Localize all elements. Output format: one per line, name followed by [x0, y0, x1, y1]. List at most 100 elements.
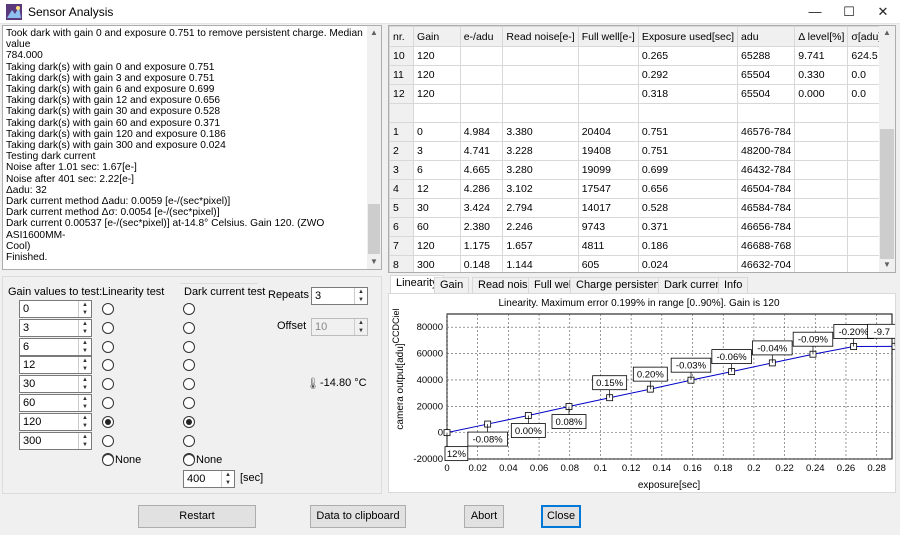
chevron-up-icon[interactable]: ▲ — [79, 301, 91, 309]
linearity-radio[interactable] — [102, 397, 114, 409]
chevron-up-icon[interactable]: ▲ — [79, 395, 91, 403]
chevron-down-icon[interactable]: ▼ — [79, 441, 91, 449]
close-button[interactable]: Close — [541, 505, 581, 528]
table-row[interactable]: 8 300 0.148 1.144 605 0.024 46632-704 — [389, 255, 895, 272]
results-table[interactable]: nr. Gain e-/adu Read noise[e-] Full well[e-]… — [388, 25, 896, 273]
column-header[interactable]: Full well[e-] — [577, 26, 639, 47]
dark-current-radio[interactable] — [183, 340, 195, 353]
column-header[interactable]: Read noise[e-] — [502, 26, 579, 47]
column-header[interactable]: Exposure used[sec] — [637, 26, 739, 47]
chevron-down-icon[interactable]: ▼ — [79, 365, 91, 373]
restart-button[interactable]: Restart — [138, 505, 256, 528]
gain-stepper[interactable]: ▲ ▼ — [78, 376, 91, 393]
column-header[interactable]: Δ level[%] — [794, 26, 849, 47]
linearity-none-radio[interactable] — [102, 454, 114, 466]
offset-input[interactable]: 10 ▲ ▼ — [311, 318, 368, 336]
table-row[interactable] — [389, 103, 895, 123]
gain-input[interactable]: 0 ▲ ▼ — [19, 300, 92, 318]
chevron-up-icon[interactable]: ▲ — [79, 339, 91, 347]
table-cell: 0.186 — [637, 236, 739, 256]
table-row[interactable]: 1 0 4.984 3.380 20404 0.751 46576-784 — [389, 122, 895, 142]
minimize-button[interactable]: — — [798, 0, 832, 24]
scroll-down-icon[interactable]: ▼ — [367, 255, 381, 269]
close-window-button[interactable]: ✕ — [866, 0, 900, 24]
column-header[interactable]: Gain — [413, 26, 461, 47]
gain-stepper[interactable]: ▲ ▼ — [78, 301, 91, 317]
chevron-up-icon[interactable]: ▲ — [79, 357, 91, 365]
chevron-down-icon[interactable]: ▼ — [79, 403, 91, 411]
chevron-down-icon[interactable]: ▼ — [79, 384, 91, 392]
linearity-radio[interactable] — [102, 434, 114, 447]
column-header[interactable]: e-/adu — [459, 26, 504, 47]
log-panel[interactable]: Took dark with gain 0 and exposure 0.751… — [2, 25, 382, 270]
chevron-down-icon[interactable]: ▼ — [79, 328, 91, 336]
table-cell: 4811 — [577, 236, 639, 256]
offset-stepper[interactable]: ▲ ▼ — [354, 319, 367, 335]
gain-input[interactable]: 12 ▲ ▼ — [19, 356, 92, 375]
dark-none-radio[interactable] — [183, 454, 195, 466]
chevron-up-icon[interactable]: ▲ — [355, 319, 367, 327]
linearity-radio[interactable] — [102, 415, 114, 428]
scroll-down-icon[interactable]: ▼ — [879, 258, 895, 272]
gain-stepper[interactable]: ▲ ▼ — [78, 432, 91, 449]
dark-current-radio[interactable] — [183, 303, 195, 315]
table-row[interactable]: 4 12 4.286 3.102 17547 0.656 46504-784 — [389, 179, 895, 199]
chevron-down-icon[interactable]: ▼ — [222, 479, 234, 487]
scroll-thumb[interactable] — [368, 204, 380, 254]
linearity-radio[interactable] — [102, 340, 114, 353]
dark-current-radio[interactable] — [183, 321, 195, 334]
column-header[interactable]: adu — [737, 26, 796, 47]
chevron-down-icon[interactable]: ▼ — [79, 422, 91, 430]
gain-stepper[interactable]: ▲ ▼ — [78, 319, 91, 336]
dark-current-radio[interactable] — [183, 434, 195, 447]
abort-button[interactable]: Abort — [464, 505, 504, 528]
table-row[interactable]: 2 3 4.741 3.228 19408 0.751 48200-784 — [389, 141, 895, 161]
table-row[interactable]: 11 120 0.292 65504 0.330 0.0 — [389, 65, 895, 85]
dark-seconds-input[interactable]: 400 ▲ ▼ — [183, 470, 235, 488]
table-row[interactable]: 7 120 1.175 1.657 4811 0.186 46688-768 — [389, 236, 895, 256]
gain-stepper[interactable]: ▲ ▼ — [78, 413, 91, 430]
chevron-down-icon[interactable]: ▼ — [79, 309, 91, 317]
dark-current-radio[interactable] — [183, 397, 195, 409]
table-row[interactable]: 12 120 0.318 65504 0.000 0.0 — [389, 84, 895, 104]
linearity-radio[interactable] — [102, 321, 114, 334]
gain-input[interactable]: 60 ▲ ▼ — [19, 394, 92, 412]
table-row[interactable]: 6 60 2.380 2.246 9743 0.371 46656-784 — [389, 217, 895, 237]
scroll-up-icon[interactable]: ▲ — [879, 26, 895, 40]
chevron-up-icon[interactable]: ▲ — [222, 471, 234, 479]
chevron-up-icon[interactable]: ▲ — [79, 320, 91, 328]
scroll-thumb[interactable] — [880, 129, 894, 259]
gain-input[interactable]: 3 ▲ ▼ — [19, 318, 92, 337]
repeats-stepper[interactable]: ▲ ▼ — [354, 288, 367, 304]
data-to-clipboard-button[interactable]: Data to clipboard — [310, 505, 406, 528]
chevron-down-icon[interactable]: ▼ — [355, 327, 367, 335]
column-header[interactable]: nr. — [389, 26, 415, 47]
chevron-up-icon[interactable]: ▲ — [79, 433, 91, 441]
table-row[interactable]: 3 6 4.665 3.280 19099 0.699 46432-784 — [389, 160, 895, 180]
chevron-up-icon[interactable]: ▲ — [79, 414, 91, 422]
maximize-button[interactable]: ☐ — [832, 0, 866, 24]
repeats-input[interactable]: 3 ▲ ▼ — [311, 287, 368, 305]
dark-current-radio[interactable] — [183, 415, 195, 428]
table-row[interactable]: 10 120 0.265 65288 9.741 624.5 — [389, 46, 895, 66]
gain-input[interactable]: 300 ▲ ▼ — [19, 431, 92, 450]
tab-gain[interactable]: Gain — [434, 277, 470, 294]
gain-stepper[interactable]: ▲ ▼ — [78, 338, 91, 355]
gain-input[interactable]: 6 ▲ ▼ — [19, 337, 92, 356]
chevron-down-icon[interactable]: ▼ — [79, 347, 91, 355]
gain-stepper[interactable]: ▲ ▼ — [78, 357, 91, 374]
chevron-down-icon[interactable]: ▼ — [355, 296, 367, 304]
chevron-up-icon[interactable]: ▲ — [79, 376, 91, 384]
tab-info[interactable]: Info — [718, 277, 749, 294]
gain-stepper[interactable]: ▲ ▼ — [78, 395, 91, 411]
chevron-up-icon[interactable]: ▲ — [355, 288, 367, 296]
log-scrollbar[interactable]: ▲ ▼ — [367, 26, 381, 269]
linearity-radio[interactable] — [102, 303, 114, 315]
scroll-up-icon[interactable]: ▲ — [367, 26, 381, 40]
table-scrollbar[interactable]: ▲ ▼ — [879, 26, 895, 272]
dark-seconds-stepper[interactable]: ▲ ▼ — [221, 471, 234, 487]
table-cell — [794, 255, 849, 272]
gain-input[interactable]: 120 ▲ ▼ — [19, 412, 92, 431]
table-row[interactable]: 5 30 3.424 2.794 14017 0.528 46584-784 — [389, 198, 895, 218]
gain-input[interactable]: 30 ▲ ▼ — [19, 375, 92, 394]
